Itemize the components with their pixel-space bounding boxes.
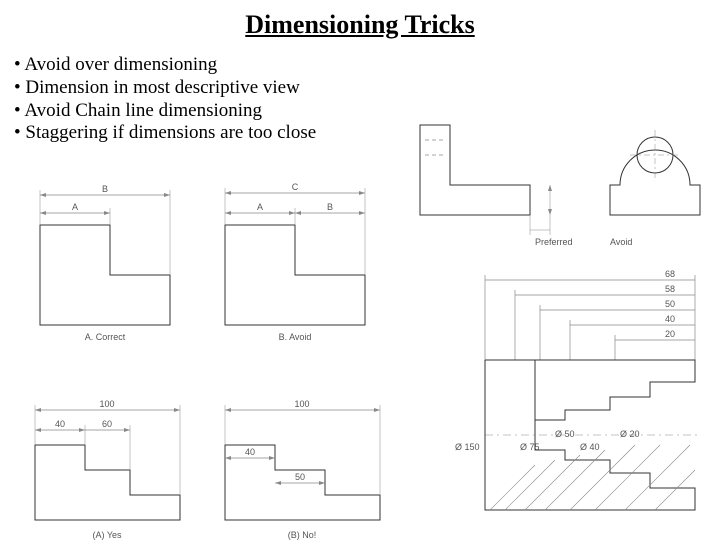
dim-b: B [327, 202, 333, 212]
diam-20: Ø 20 [620, 429, 640, 439]
dim-50: 50 [665, 299, 675, 309]
label-preferred: Preferred [535, 237, 573, 247]
dim-50: 50 [295, 472, 305, 482]
dim-60: 60 [102, 419, 112, 429]
dim-overall: 100 [99, 399, 114, 409]
dim-40: 40 [665, 314, 675, 324]
bullet-item: • Staggering if dimensions are too close [14, 122, 316, 145]
dim-a: A [257, 202, 263, 212]
figure-stagger: 68 58 50 40 20 Ø 150 Ø 75 Ø 40 Ø 50 Ø 20 [425, 265, 715, 550]
bullet-list: • Avoid over dimensioning • Dimension in… [14, 54, 316, 145]
diam-40: Ø 40 [580, 442, 600, 452]
figure-chain-no: 100 40 50 (B) No! [210, 390, 400, 545]
figure-correct: B A A. Correct [20, 175, 190, 350]
figure-avoid: C A B B. Avoid [205, 175, 385, 350]
figure-preferred-avoid: Preferred Avoid [400, 105, 710, 260]
figure-caption: (B) No! [288, 530, 317, 540]
dim-68: 68 [665, 269, 675, 279]
dim-58: 58 [665, 284, 675, 294]
figure-caption: A. Correct [85, 332, 126, 342]
dim-c: C [292, 182, 299, 192]
figure-chain-yes: 100 40 60 (A) Yes [20, 390, 200, 545]
dim-overall: 100 [294, 399, 309, 409]
bullet-item: • Dimension in most descriptive view [14, 77, 316, 100]
bullet-item: • Avoid Chain line dimensioning [14, 100, 316, 123]
diam-50: Ø 50 [555, 429, 575, 439]
diam-150: Ø 150 [455, 442, 480, 452]
dim-a: A [72, 202, 78, 212]
dim-40: 40 [245, 447, 255, 457]
dim-40: 40 [55, 419, 65, 429]
figure-caption: B. Avoid [279, 332, 312, 342]
dim-20: 20 [665, 329, 675, 339]
bullet-item: • Avoid over dimensioning [14, 54, 316, 77]
figure-caption: (A) Yes [92, 530, 122, 540]
label-avoid: Avoid [610, 237, 632, 247]
dim-b: B [102, 184, 108, 194]
diam-75: Ø 75 [520, 442, 540, 452]
page-title: Dimensioning Tricks [0, 10, 720, 40]
